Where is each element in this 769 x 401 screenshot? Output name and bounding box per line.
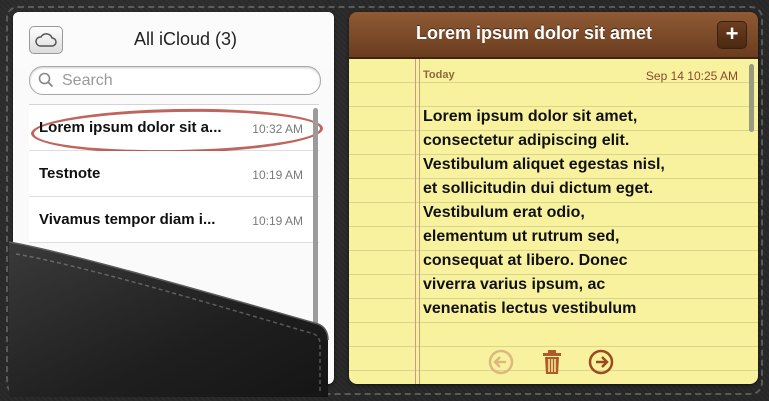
note-body-line: Lorem ipsum dolor sit amet, [423, 108, 638, 125]
note-datetime: Sep 14 10:25 AM [645, 69, 738, 83]
note-row-selected[interactable]: Lorem ipsum dolor sit a... 10:32 AM [29, 105, 324, 156]
note-paper[interactable]: Today Sep 14 10:25 AM Lorem ipsum dolor … [349, 59, 758, 384]
back-arrow-icon[interactable] [486, 347, 516, 377]
notes-list: Lorem ipsum dolor sit a... 10:32 AM Test… [29, 104, 324, 243]
note-title: Vivamus tempor diam i... [39, 211, 216, 228]
note-scrollbar[interactable] [749, 64, 754, 132]
note-time: 10:19 AM [252, 214, 303, 228]
paper-margin-line [415, 59, 420, 384]
note-body-line: viverra varius ipsum, ac [423, 276, 606, 293]
note-body-line: consequat at libero. Donec [423, 252, 628, 269]
cloud-icon [35, 33, 57, 47]
leather-pocket [8, 241, 329, 397]
note-title: Testnote [39, 165, 101, 182]
accounts-button[interactable] [29, 26, 63, 54]
note-body-line: et sollicitudin dui dictum eget. [423, 180, 654, 197]
note-day: Today [423, 69, 455, 81]
note-title: Lorem ipsum dolor sit a... [39, 119, 222, 136]
note-body-line: venenatis lectus vestibulum [423, 300, 637, 317]
note-body-line: Vestibulum erat odio, [423, 204, 585, 221]
note-body-line: consectetur adipiscing elit. [423, 132, 630, 149]
note-header-title: Lorem ipsum dolor sit amet [415, 23, 653, 43]
list-header: All iCloud (3) [13, 12, 334, 68]
note-detail-panel: Lorem ipsum dolor sit amet + Today Sep 1… [349, 12, 758, 384]
note-body-line: elementum ut rutrum sed, [423, 228, 620, 245]
note-toolbar [349, 344, 758, 384]
note-body[interactable]: Lorem ipsum dolor sit amet, consectetur … [423, 105, 743, 321]
search-icon [38, 72, 54, 88]
trash-icon[interactable] [537, 347, 567, 377]
note-time: 10:32 AM [252, 122, 303, 136]
search-field[interactable] [29, 66, 321, 95]
forward-arrow-icon[interactable] [586, 347, 616, 377]
note-header: Lorem ipsum dolor sit amet + [349, 12, 758, 59]
note-row[interactable]: Testnote 10:19 AM [29, 151, 319, 197]
add-note-button[interactable]: + [717, 21, 747, 49]
search-input[interactable] [60, 70, 314, 92]
add-icon: + [725, 21, 739, 46]
note-time: 10:19 AM [252, 168, 303, 182]
list-title: All iCloud (3) [133, 29, 238, 49]
note-body-line: Vestibulum aliquet egestas nisl, [423, 156, 665, 173]
